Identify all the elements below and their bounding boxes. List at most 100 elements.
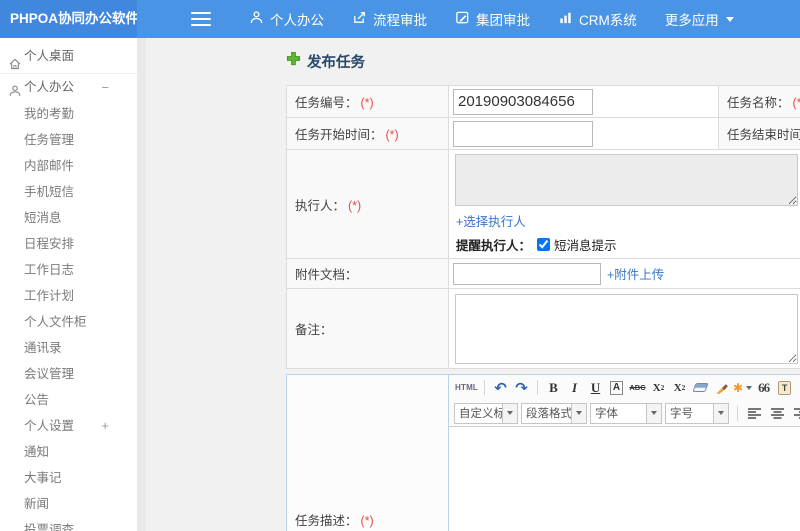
workflow-share-icon: [352, 10, 373, 28]
main-content: 发布任务 任务编号：(*) 任务名称：(*) 任务开始时间：(*) 任务结束时间…: [146, 38, 800, 531]
sidebar-item-short-message[interactable]: 短消息: [0, 205, 137, 231]
paste-icon[interactable]: T: [775, 378, 794, 397]
sidebar-item-announcement[interactable]: 公告: [0, 387, 137, 413]
sidebar-item-schedule[interactable]: 日程安排: [0, 231, 137, 257]
publish-task-form: 任务编号：(*) 任务名称：(*) 任务开始时间：(*) 任务结束时间：(*) …: [286, 85, 800, 369]
subscript-button[interactable]: X2: [670, 378, 689, 397]
sidebar-item-meeting-management[interactable]: 会议管理: [0, 361, 137, 387]
nav-more-apps[interactable]: 更多应用: [651, 0, 748, 38]
italic-button[interactable]: I: [565, 378, 584, 397]
superscript-button[interactable]: X2: [649, 378, 668, 397]
remind-executor-label: 提醒执行人：: [456, 239, 532, 253]
chevron-down-icon: [725, 16, 734, 22]
font-style-button[interactable]: A: [607, 378, 626, 397]
end-time-label: 任务结束时间：(*): [718, 117, 800, 150]
table-row: 备注：: [286, 288, 800, 369]
executor-label: 执行人： (*): [286, 149, 449, 259]
start-time-label: 任务开始时间： (*): [286, 117, 449, 150]
custom-heading-select[interactable]: 自定义标题: [454, 402, 518, 424]
expand-icon[interactable]: +: [101, 413, 109, 439]
sidebar-item-mobile-sms[interactable]: 手机短信: [0, 179, 137, 205]
sidebar-item-personal-desktop[interactable]: 个人桌面: [0, 38, 137, 74]
redo-icon[interactable]: ↷: [512, 378, 531, 397]
font-family-select[interactable]: 字体: [590, 402, 662, 424]
sidebar-item-work-log[interactable]: 工作日志: [0, 257, 137, 283]
table-row: 任务开始时间：(*) 任务结束时间：(*): [286, 117, 800, 150]
attachment-label: 附件文档：: [286, 258, 449, 289]
sidebar-item-internal-mail[interactable]: 内部邮件: [0, 153, 137, 179]
editor-content[interactable]: [449, 427, 800, 531]
sidebar-item-vote-survey[interactable]: 投票调查: [0, 517, 137, 531]
paragraph-format-select[interactable]: 段落格式: [521, 402, 587, 424]
sidebar-item-label: 大事记: [24, 471, 62, 485]
collapse-icon[interactable]: −: [101, 74, 109, 101]
editor-toolbar-row2: 自定义标题 段落格式 字体 字号: [449, 400, 800, 427]
align-right-icon[interactable]: [790, 404, 800, 423]
user-icon: [249, 10, 270, 28]
bold-button[interactable]: B: [544, 378, 563, 397]
home-icon: [8, 49, 22, 69]
table-row: 任务编号：(*) 任务名称：(*): [286, 85, 800, 118]
sidebar-item-label: 我的考勤: [24, 107, 75, 121]
sidebar-item-work-plan[interactable]: 工作计划: [0, 283, 137, 309]
hamburger-menu-icon[interactable]: [191, 12, 211, 26]
top-bar: PHPOA协同办公软件 个人办公 流程审批 集团审批 CRM系统 更多应用: [0, 0, 800, 38]
nav-personal-office[interactable]: 个人办公: [235, 0, 338, 38]
top-nav: 个人办公 流程审批 集团审批 CRM系统 更多应用: [235, 0, 748, 38]
undo-icon[interactable]: ↶: [491, 378, 510, 397]
sms-remind-checkbox[interactable]: [537, 238, 551, 251]
sidebar-item-personal-office[interactable]: 个人办公 −: [0, 74, 137, 101]
font-size-select[interactable]: 字号: [665, 402, 729, 424]
sidebar-item-memorabilia[interactable]: 大事记: [0, 465, 137, 491]
sidebar-scrollbar[interactable]: [137, 38, 146, 531]
sidebar-item-label: 任务管理: [24, 133, 75, 147]
table-row: 执行人： (*) +选择执行人 提醒执行人： 短消息提示: [286, 149, 800, 259]
attachment-input[interactable]: [453, 262, 601, 285]
sidebar-item-label: 内部邮件: [24, 159, 75, 173]
align-left-icon[interactable]: [744, 404, 765, 423]
add-plus-icon: [286, 51, 301, 71]
nav-crm-system[interactable]: CRM系统: [544, 0, 651, 38]
sidebar-item-contacts[interactable]: 通讯录: [0, 335, 137, 361]
sidebar-item-label: 通讯录: [24, 341, 62, 355]
blockquote-button[interactable]: 66: [754, 378, 773, 397]
executor-textarea[interactable]: [455, 154, 798, 206]
edit-icon: [455, 10, 476, 28]
sidebar-item-label: 会议管理: [24, 367, 75, 381]
sidebar-item-task-management[interactable]: 任务管理: [0, 127, 137, 153]
sidebar-item-label: 短消息: [24, 211, 62, 225]
format-brush-icon[interactable]: [712, 378, 731, 397]
magic-wand-icon[interactable]: ✱: [733, 378, 753, 397]
sidebar-item-personal-file-cabinet[interactable]: 个人文件柜: [0, 309, 137, 335]
user-icon: [8, 81, 22, 96]
sidebar-item-my-attendance[interactable]: 我的考勤: [0, 101, 137, 127]
sidebar-item-news[interactable]: 新闻: [0, 491, 137, 517]
sidebar-item-personal-settings[interactable]: 个人设置 +: [0, 413, 137, 439]
start-time-input[interactable]: [453, 120, 593, 147]
html-source-button[interactable]: HTML: [455, 378, 478, 397]
strikethrough-button[interactable]: ABC: [628, 378, 647, 397]
attachment-upload-link[interactable]: +附件上传: [607, 264, 664, 283]
app-logo: PHPOA协同办公软件: [0, 0, 137, 38]
task-description-section: 任务描述： (*) HTML ↶ ↷ B I U A ABC X2 X 2 ✱ …: [286, 374, 800, 531]
table-row: 附件文档： +附件上传: [286, 258, 800, 289]
sidebar-item-label: 工作计划: [24, 289, 75, 303]
sidebar-item-notice[interactable]: 通知: [0, 439, 137, 465]
sidebar-item-label: 公告: [24, 393, 50, 407]
underline-button[interactable]: U: [586, 378, 605, 397]
task-number-input[interactable]: [453, 88, 593, 115]
align-center-icon[interactable]: [767, 404, 788, 423]
choose-executor-link[interactable]: +选择执行人: [456, 215, 526, 229]
task-description-label: 任务描述： (*): [286, 374, 449, 531]
task-name-label: 任务名称：(*): [718, 85, 800, 118]
sidebar-item-label: 工作日志: [24, 263, 75, 277]
nav-workflow-approval[interactable]: 流程审批: [338, 0, 441, 38]
nav-group-approval[interactable]: 集团审批: [441, 0, 544, 38]
sidebar-item-label: 个人桌面: [24, 49, 75, 63]
page-title: 发布任务: [286, 51, 800, 71]
eraser-icon[interactable]: [691, 378, 710, 397]
sms-tip-label: 短消息提示: [554, 239, 617, 253]
sidebar-item-label: 新闻: [24, 497, 50, 511]
remark-textarea[interactable]: [455, 293, 798, 364]
sidebar-item-label: 个人文件柜: [24, 315, 87, 329]
